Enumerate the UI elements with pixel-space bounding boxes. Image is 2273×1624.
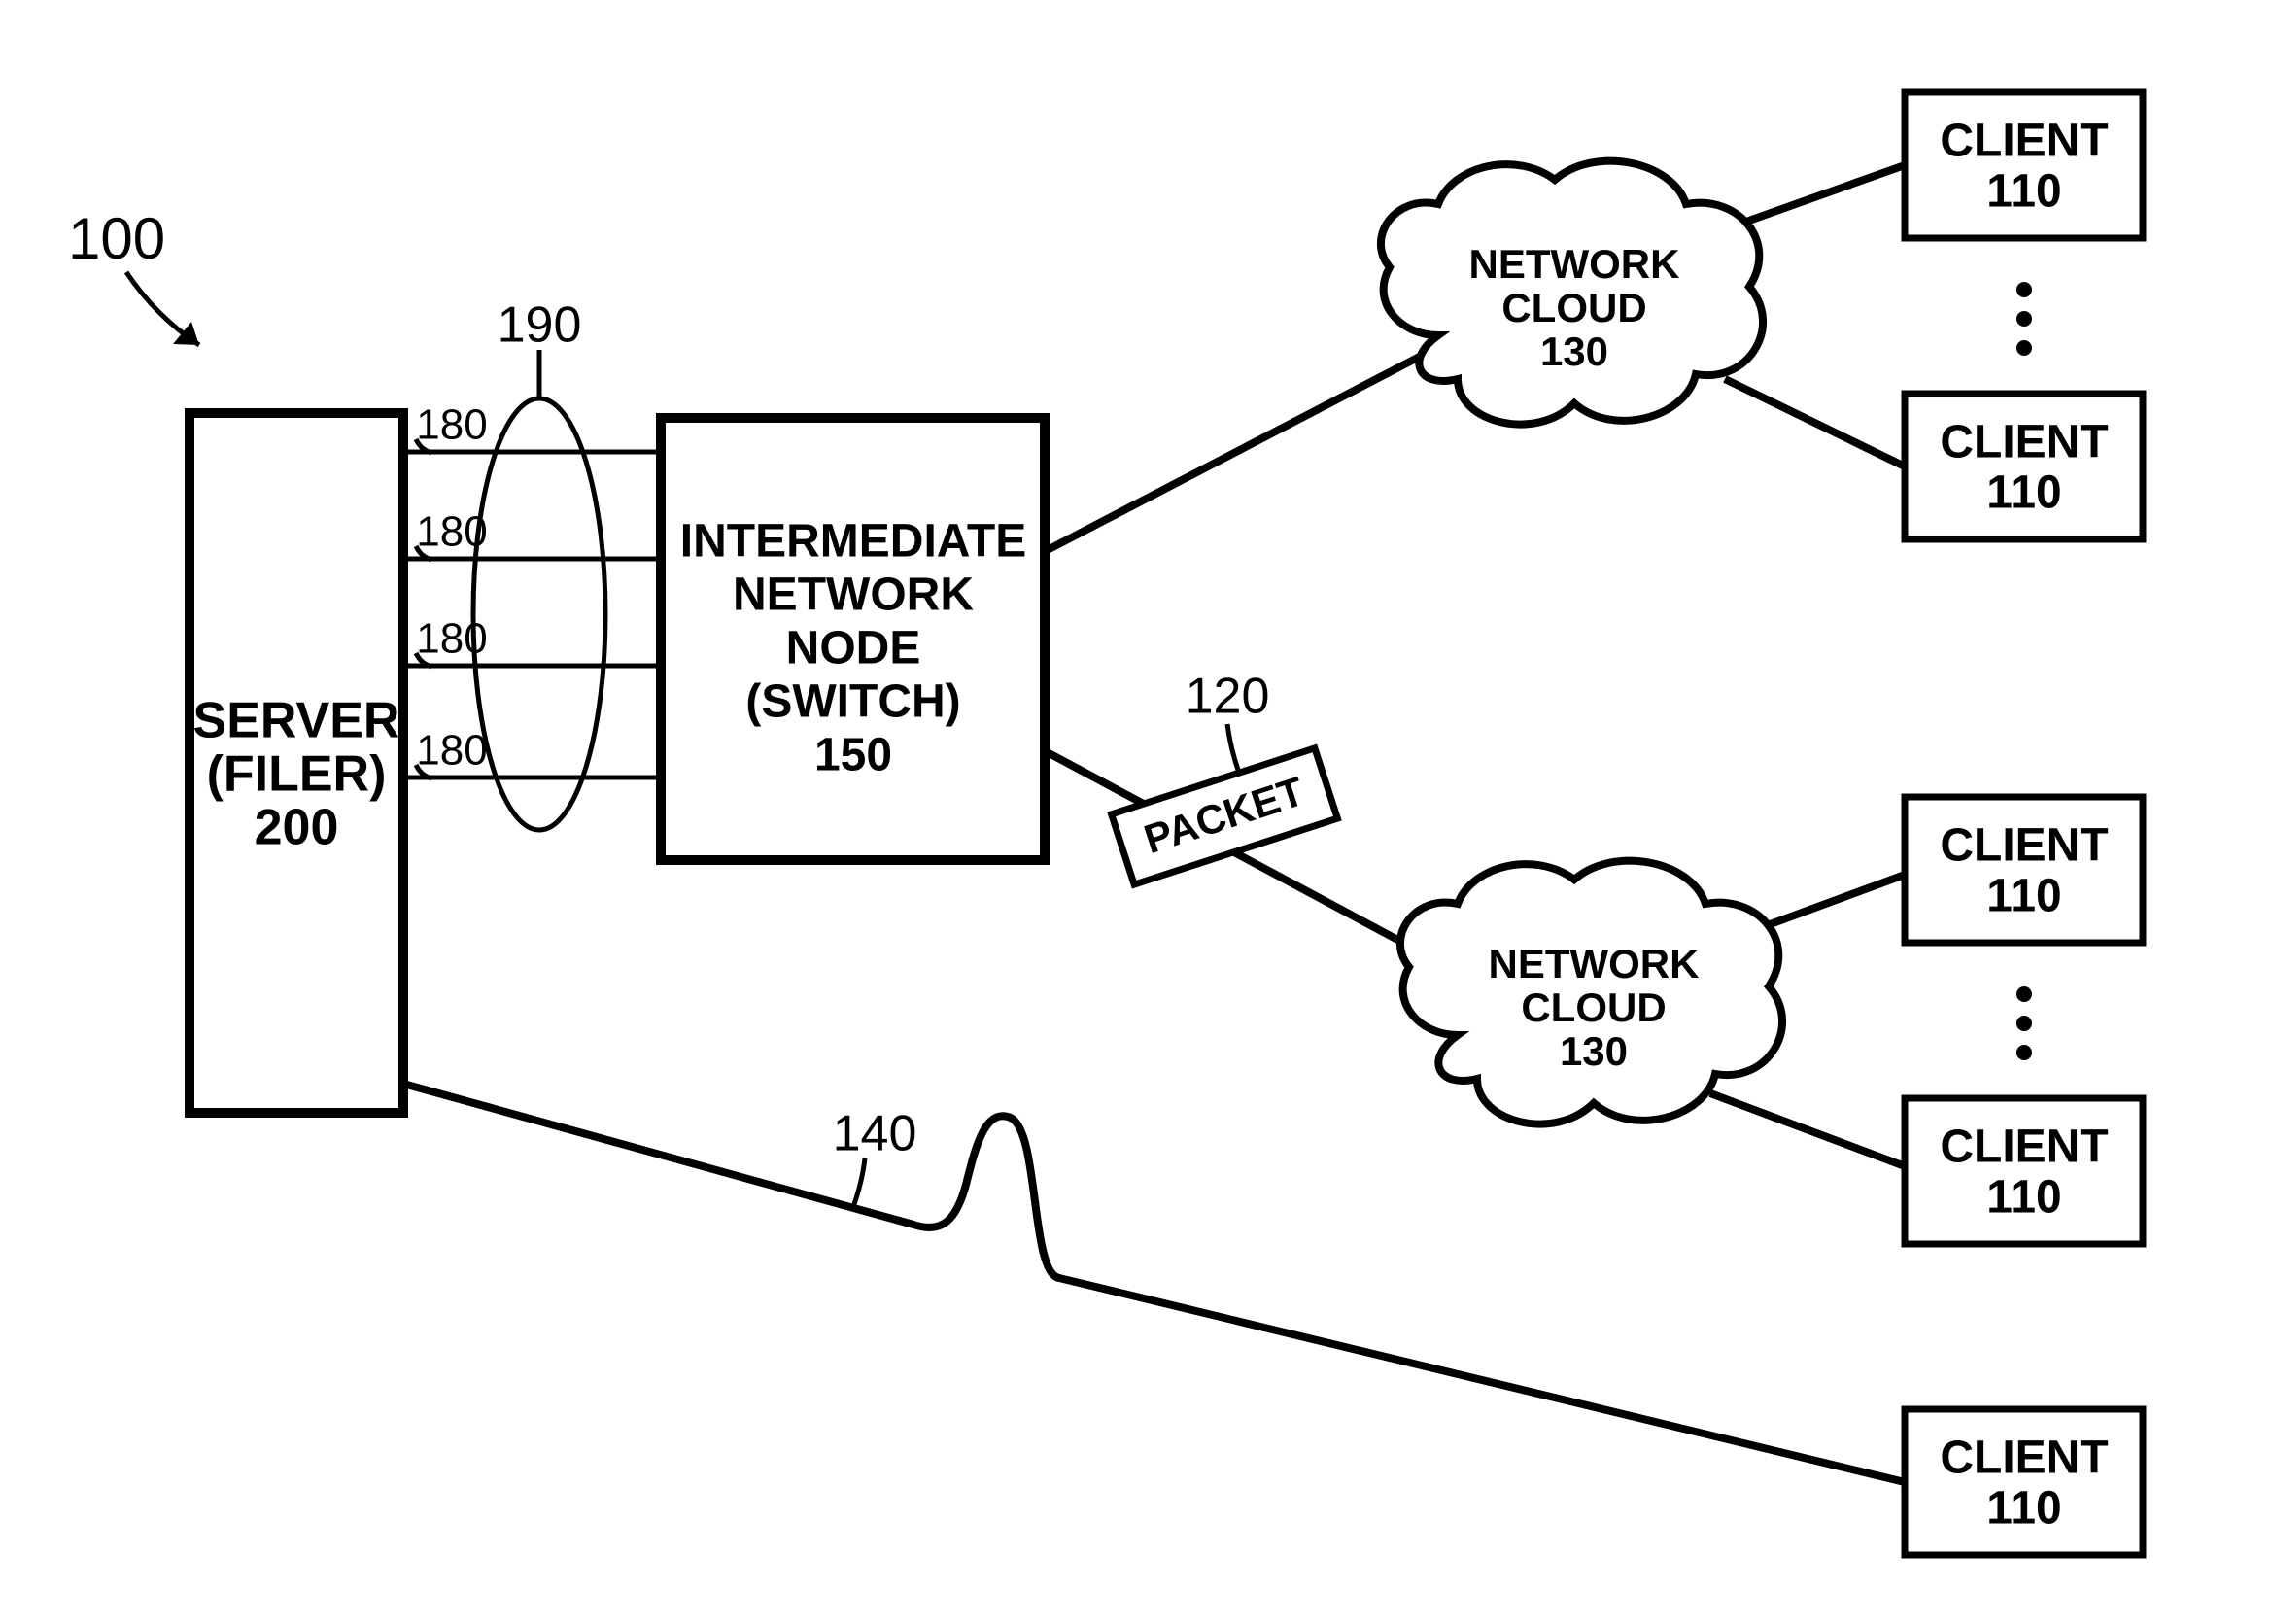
client-5-ref: 110 (1986, 1483, 2061, 1535)
client-2-label: CLIENT (1940, 417, 2108, 468)
direct-link-ref: 140 (833, 1106, 917, 1162)
conn-cloud-bottom-client-2 (1710, 1093, 1905, 1166)
switch-label-4: (SWITCH) (745, 676, 960, 728)
leadline-120 (1227, 724, 1238, 770)
cloud-top-ref: 130 (1540, 328, 1608, 374)
client-3-ref: 110 (1986, 871, 2061, 922)
links-ref-group: 180 180 180 180 (416, 401, 487, 775)
ellipsis-top-icon (2016, 282, 2032, 356)
packet-box: PACKET (1112, 748, 1338, 884)
client-2-ref: 110 (1986, 467, 2061, 519)
cloud-bottom-label-2: CLOUD (1521, 985, 1666, 1030)
switch-label-2: NETWORK (733, 570, 974, 621)
switch-label-1: INTERMEDIATE (680, 516, 1026, 568)
links-ref-4: 180 (416, 727, 487, 775)
cloud-top-label-1: NETWORK (1469, 241, 1680, 287)
client-3-label: CLIENT (1940, 820, 2108, 872)
link-group-ref: 190 (498, 297, 582, 354)
network-diagram: PACKET 100 190 180 180 180 180 SERVER (0, 0, 2273, 1624)
packet-ref: 120 (1186, 669, 1270, 725)
client-1-label: CLIENT (1940, 116, 2108, 167)
cloud-top-label-2: CLOUD (1501, 285, 1646, 330)
direct-link (403, 1084, 1905, 1482)
server-ref: 200 (255, 800, 339, 856)
cloud-bottom-ref: 130 (1560, 1028, 1628, 1074)
leadline-140 (853, 1158, 865, 1207)
links-ref-1: 180 (416, 401, 487, 449)
figure-ref-arrow-icon (126, 272, 199, 345)
server-label-2: (FILER) (207, 746, 387, 803)
client-1-ref: 110 (1986, 166, 2061, 218)
switch-label-3: NODE (786, 623, 921, 674)
client-4-ref: 110 (1986, 1172, 2061, 1224)
client-4-label: CLIENT (1940, 1122, 2108, 1173)
client-5-label: CLIENT (1940, 1433, 2108, 1484)
conn-cloud-top-client-2 (1725, 379, 1905, 466)
figure-ref: 100 (68, 206, 165, 271)
links-ref-2: 180 (416, 508, 487, 556)
ellipsis-bottom-icon (2016, 986, 2032, 1060)
link-bundle-icon (473, 398, 605, 830)
switch-ref: 150 (814, 730, 892, 781)
server-label-1: SERVER (193, 693, 400, 749)
links-ref-3: 180 (416, 615, 487, 663)
conn-switch-cloud-top (1040, 350, 1432, 554)
cloud-bottom-label-1: NETWORK (1489, 941, 1700, 986)
